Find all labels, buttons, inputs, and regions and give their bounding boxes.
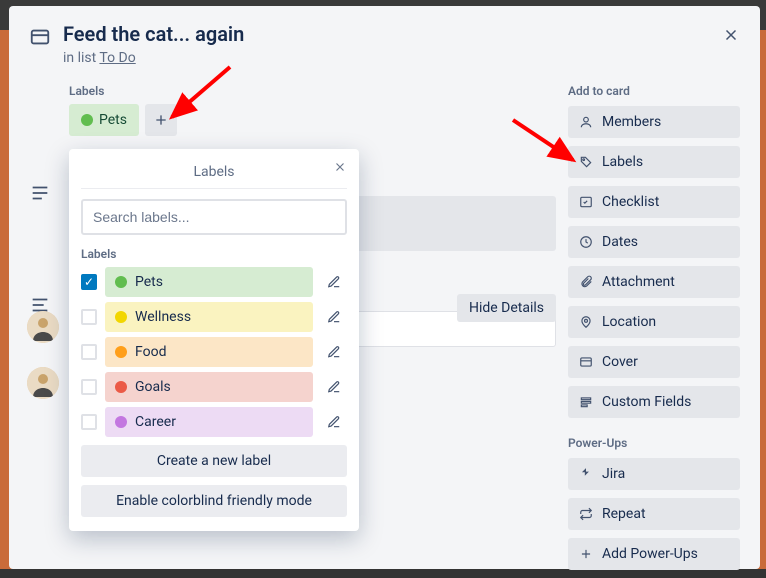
sidebar-item-label: Location — [602, 314, 656, 330]
sidebar-item-label: Labels — [602, 154, 643, 170]
main-column: Labels Pets Hide Details — [29, 84, 556, 578]
sidebar-item-label: Dates — [602, 234, 638, 250]
avatar[interactable] — [27, 311, 59, 343]
avatar[interactable] — [27, 367, 59, 399]
sidebar-item-label: Checklist — [602, 194, 659, 210]
sidebar-item-cover[interactable]: Cover — [568, 346, 740, 378]
label-row: Career — [81, 407, 347, 437]
tag-icon — [578, 154, 594, 170]
repeat-icon — [578, 506, 594, 522]
label-name: Wellness — [135, 309, 191, 325]
description-icon — [29, 182, 51, 204]
powerups-heading: Power-Ups — [568, 436, 740, 450]
in-list-prefix: in list — [63, 50, 99, 66]
label-checkbox[interactable] — [81, 274, 97, 290]
sidebar-item-label: Custom Fields — [602, 394, 691, 410]
hide-details-button[interactable]: Hide Details — [457, 294, 556, 322]
powerup-item-repeat[interactable]: Repeat — [568, 498, 740, 530]
clock-icon — [578, 234, 594, 250]
cover-icon — [578, 354, 594, 370]
labels-heading: Labels — [69, 84, 556, 98]
add-to-card-heading: Add to card — [568, 84, 740, 98]
create-label-button[interactable]: Create a new label — [81, 445, 347, 477]
powerup-item-jira[interactable]: Jira — [568, 458, 740, 490]
label-dot — [115, 416, 127, 428]
add-label-button[interactable] — [145, 104, 177, 136]
applied-label-pets[interactable]: Pets — [69, 104, 139, 136]
label-color-bar[interactable]: Wellness — [105, 302, 313, 332]
label-name: Food — [135, 344, 166, 360]
label-checkbox[interactable] — [81, 309, 97, 325]
popover-close-icon[interactable] — [333, 159, 347, 178]
applied-labels-row: Pets — [69, 104, 556, 136]
label-name: Goals — [135, 379, 171, 395]
plus-icon — [578, 546, 594, 562]
card-icon — [29, 26, 51, 52]
label-checkbox[interactable] — [81, 344, 97, 360]
sidebar-item-label: Attachment — [602, 274, 675, 290]
list-link[interactable]: To Do — [99, 50, 135, 66]
fields-icon — [578, 394, 594, 410]
card-header: Feed the cat... again in list To Do — [29, 22, 740, 66]
sidebar-item-labels[interactable]: Labels — [568, 146, 740, 178]
label-dot — [115, 381, 127, 393]
popover-title: Labels — [193, 164, 234, 180]
labels-popover: Labels Labels Pets Wellness Food Goals Caree… — [69, 149, 359, 531]
label-name: Career — [135, 414, 176, 430]
label-color-bar[interactable]: Goals — [105, 372, 313, 402]
label-dot — [81, 114, 93, 126]
label-dot — [115, 276, 127, 288]
pencil-icon[interactable] — [321, 304, 347, 330]
sidebar-item-label: Members — [602, 114, 661, 130]
add-powerups-label: Add Power-Ups — [602, 546, 698, 562]
location-icon — [578, 314, 594, 330]
label-color-bar[interactable]: Career — [105, 407, 313, 437]
label-row: Goals — [81, 372, 347, 402]
label-dot — [115, 311, 127, 323]
label-row: Pets — [81, 267, 347, 297]
applied-label-text: Pets — [99, 112, 127, 128]
card-modal: Feed the cat... again in list To Do Labe… — [9, 6, 760, 569]
pencil-icon[interactable] — [321, 409, 347, 435]
sidebar-item-label: Jira — [602, 466, 625, 482]
popover-section-heading: Labels — [81, 247, 347, 261]
sidebar-item-label: Cover — [602, 354, 638, 370]
sidebar: Add to card Members Labels Checklist Dates A… — [568, 84, 740, 578]
search-labels-input[interactable] — [81, 199, 347, 235]
label-row: Food — [81, 337, 347, 367]
user-icon — [578, 114, 594, 130]
card-subtitle: in list To Do — [63, 50, 244, 66]
sidebar-item-dates[interactable]: Dates — [568, 226, 740, 258]
pencil-icon[interactable] — [321, 269, 347, 295]
colorblind-mode-button[interactable]: Enable colorblind friendly mode — [81, 485, 347, 517]
label-color-bar[interactable]: Pets — [105, 267, 313, 297]
sidebar-item-members[interactable]: Members — [568, 106, 740, 138]
sidebar-item-location[interactable]: Location — [568, 306, 740, 338]
pencil-icon[interactable] — [321, 374, 347, 400]
label-checkbox[interactable] — [81, 414, 97, 430]
card-title[interactable]: Feed the cat... again — [63, 22, 244, 46]
close-icon[interactable] — [716, 20, 746, 50]
checklist-icon — [578, 194, 594, 210]
sidebar-item-checklist[interactable]: Checklist — [568, 186, 740, 218]
add-powerups-button[interactable]: Add Power-Ups — [568, 538, 740, 570]
label-row: Wellness — [81, 302, 347, 332]
sidebar-item-custom-fields[interactable]: Custom Fields — [568, 386, 740, 418]
jira-icon — [578, 466, 594, 482]
label-name: Pets — [135, 274, 163, 290]
paperclip-icon — [578, 274, 594, 290]
label-color-bar[interactable]: Food — [105, 337, 313, 367]
sidebar-item-label: Repeat — [602, 506, 646, 522]
label-checkbox[interactable] — [81, 379, 97, 395]
sidebar-item-attachment[interactable]: Attachment — [568, 266, 740, 298]
label-dot — [115, 346, 127, 358]
pencil-icon[interactable] — [321, 339, 347, 365]
